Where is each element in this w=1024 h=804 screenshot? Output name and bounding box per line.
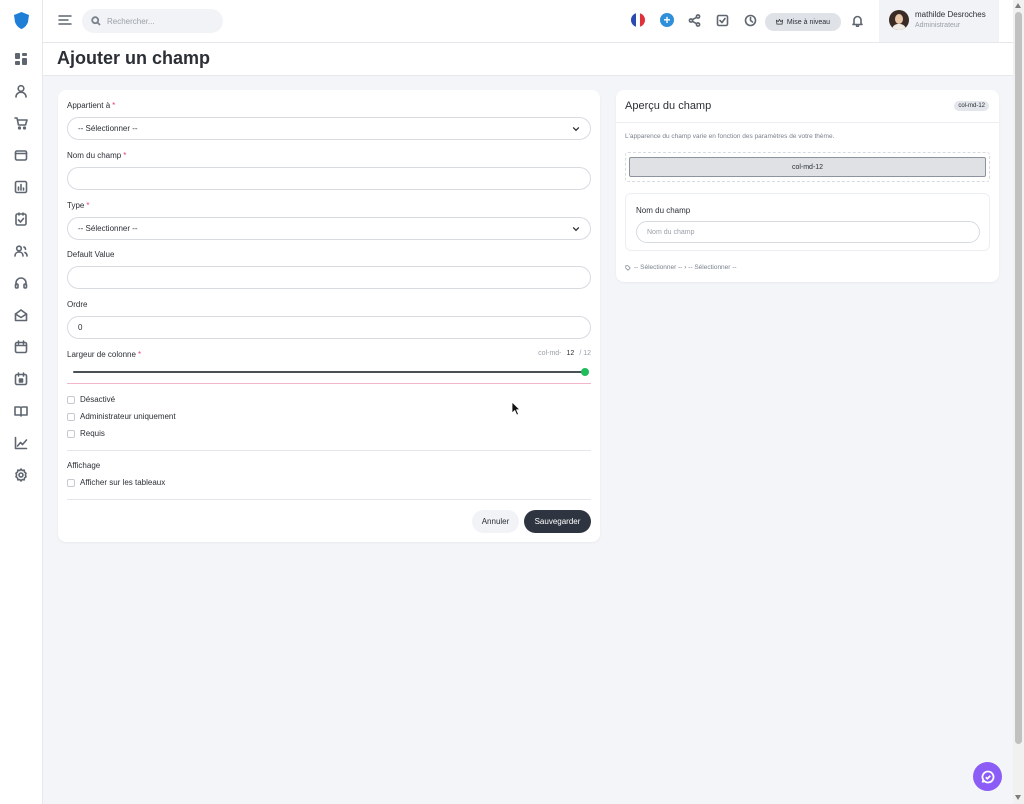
checkbox-show-on-tables[interactable]: Afficher sur les tableaux (67, 478, 165, 487)
divider (616, 122, 999, 123)
chevron-down-icon (572, 127, 580, 132)
column-width-label: Largeur de colonne * (67, 350, 142, 359)
notification-bell-icon[interactable] (849, 12, 865, 28)
scrollbar-thumb[interactable] (1015, 12, 1022, 744)
chat-button[interactable] (973, 762, 1002, 791)
user-menu[interactable]: mathilde Desroches Administrateur (879, 0, 999, 42)
preview-field-label: Nom du champ (636, 206, 691, 215)
preview-column: col-md-12 (629, 157, 986, 177)
column-badge: col-md-12 (954, 101, 989, 111)
checkbox-box[interactable] (67, 395, 75, 404)
chevron-down-icon (572, 227, 580, 232)
preview-description: L'apparence du champ varie en fonction d… (625, 133, 835, 140)
topbar: Rechercher... + Mise à niveau mathilde D… (43, 0, 1013, 43)
share-icon[interactable] (686, 12, 702, 28)
search-placeholder: Rechercher... (107, 16, 155, 26)
checkbox-required[interactable]: Requis (67, 429, 105, 438)
slider-underline (67, 383, 591, 384)
headset-icon[interactable] (12, 274, 30, 292)
column-width-indicator: col-md- 12/ 12 (538, 350, 591, 357)
display-section-label: Affichage (67, 461, 101, 470)
column-width-slider-handle[interactable] (581, 368, 589, 376)
user-role: Administrateur (915, 22, 961, 29)
user-icon[interactable] (12, 82, 30, 100)
column-width-slider-track[interactable] (73, 371, 585, 373)
upgrade-button[interactable]: Mise à niveau (765, 13, 841, 31)
field-name-label: Nom du champ * (67, 151, 127, 160)
chat-icon (981, 770, 994, 783)
belongs-to-select[interactable]: -- Sélectionner -- (67, 117, 591, 140)
settings-icon[interactable] (12, 466, 30, 484)
avatar (889, 10, 909, 30)
scroll-down-icon[interactable] (1015, 795, 1021, 800)
preview-field-input[interactable]: Nom du champ (636, 221, 980, 243)
preview-grid: col-md-12 (625, 152, 990, 182)
sidebar (0, 0, 43, 804)
type-value: -- Sélectionner -- (78, 224, 138, 233)
search-input[interactable]: Rechercher... (82, 9, 223, 33)
type-label: Type * (67, 201, 90, 210)
clock-icon[interactable] (742, 12, 758, 28)
dashboard-icon[interactable] (12, 50, 30, 68)
menu-toggle-icon[interactable] (57, 12, 73, 28)
type-select[interactable]: -- Sélectionner -- (67, 217, 591, 240)
default-value-input[interactable] (67, 266, 591, 289)
team-icon[interactable] (12, 242, 30, 260)
order-input[interactable]: 0 (67, 316, 591, 339)
wallet-icon[interactable] (12, 146, 30, 164)
belongs-to-value: -- Sélectionner -- (78, 124, 138, 133)
default-value-label: Default Value (67, 250, 115, 259)
preview-path: -- Sélectionner -- › -- Sélectionner -- (625, 264, 737, 271)
belongs-to-label: Appartient à * (67, 101, 116, 110)
trending-icon[interactable] (12, 434, 30, 452)
field-preview-card: Aperçu du champ col-md-12 L'apparence du… (616, 90, 999, 282)
calendar-check-icon[interactable] (12, 370, 30, 388)
checkbox-box[interactable] (67, 478, 75, 487)
search-icon (91, 16, 101, 26)
tag-icon (625, 264, 631, 271)
language-flag-icon[interactable] (631, 13, 645, 27)
book-icon[interactable] (12, 402, 30, 420)
user-name: mathilde Desroches (915, 10, 986, 19)
mouse-cursor-icon (511, 401, 521, 416)
field-name-input[interactable] (67, 167, 591, 190)
order-value: 0 (78, 323, 83, 332)
scrollbar[interactable] (1013, 0, 1024, 804)
save-button[interactable]: Sauvegarder (524, 510, 591, 533)
field-form-card: Appartient à * -- Sélectionner -- Nom du … (58, 90, 600, 542)
add-icon[interactable]: + (660, 13, 674, 27)
mail-open-icon[interactable] (12, 306, 30, 324)
scroll-up-icon[interactable] (1015, 3, 1021, 8)
preview-field-box: Nom du champ Nom du champ (625, 193, 990, 251)
preview-title: Aperçu du champ (625, 100, 712, 112)
divider (67, 499, 591, 500)
checkbox-disabled[interactable]: Désactivé (67, 395, 115, 404)
page-header: Ajouter un champ (43, 43, 1013, 76)
crown-icon (775, 19, 783, 25)
clipboard-check-icon[interactable] (12, 210, 30, 228)
task-check-icon[interactable] (714, 12, 730, 28)
cancel-button[interactable]: Annuler (472, 510, 519, 533)
cart-icon[interactable] (12, 114, 30, 132)
checkbox-box[interactable] (67, 412, 75, 421)
chart-icon[interactable] (12, 178, 30, 196)
upgrade-label: Mise à niveau (786, 18, 831, 26)
checkbox-admin-only[interactable]: Administrateur uniquement (67, 412, 176, 421)
brand-logo[interactable] (13, 11, 30, 30)
order-label: Ordre (67, 300, 88, 309)
calendar-icon[interactable] (12, 338, 30, 356)
divider (67, 450, 591, 451)
checkbox-box[interactable] (67, 429, 75, 438)
page-title: Ajouter un champ (57, 48, 211, 68)
